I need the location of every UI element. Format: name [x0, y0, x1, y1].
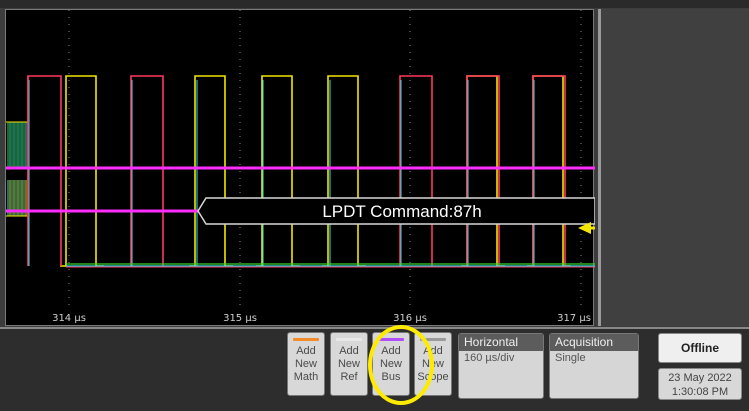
acquisition-header: Acquisition: [550, 334, 638, 351]
time-label: 315 µs: [223, 313, 257, 324]
button-text: Add: [296, 345, 316, 357]
yellow-pulse: [189, 75, 233, 267]
red-pulse: [466, 75, 500, 266]
date-time-display: 23 May 2022 1:30:08 PM: [658, 368, 742, 400]
waveform-display[interactable]: LPDT Command:87h 314 µs 315 µs 316 µs 31…: [5, 9, 595, 326]
graticule: [68, 10, 582, 310]
date-text: 23 May 2022: [668, 372, 732, 384]
time-label: 316 µs: [393, 313, 427, 324]
horizontal-header: Horizontal: [459, 334, 543, 351]
add-new-ref-button[interactable]: Add New Ref: [330, 332, 368, 396]
red-pulse: [532, 75, 566, 266]
traces: [6, 75, 595, 268]
button-text: New: [294, 358, 317, 370]
offline-button[interactable]: Offline: [658, 333, 742, 363]
add-new-bus-button[interactable]: Add New Bus: [372, 332, 410, 396]
button-text: New: [421, 358, 444, 370]
top-strip: [0, 0, 749, 8]
bus-decode: LPDT Command:87h: [6, 166, 595, 234]
button-text: Add: [339, 345, 359, 357]
button-text: Bus: [381, 371, 401, 383]
red-pulse: [130, 75, 164, 266]
time-text: 1:30:08 PM: [671, 386, 729, 398]
yellow-pulse: [60, 75, 104, 267]
button-text: Scope: [417, 371, 449, 383]
time-label: 314 µs: [52, 313, 86, 324]
button-text: Add: [423, 345, 443, 357]
waveform-svg: LPDT Command:87h 314 µs 315 µs 316 µs 31…: [6, 10, 595, 324]
button-text: Add: [381, 345, 401, 357]
horizontal-value: 160 µs/div: [464, 352, 515, 364]
add-new-scope-button[interactable]: Add New Scope: [414, 332, 452, 396]
results-panel: [598, 9, 749, 326]
yellow-pulse: [322, 75, 366, 267]
time-label: 317 µs: [557, 313, 591, 324]
red-pulse: [27, 75, 62, 266]
scope-color-bar: [420, 338, 446, 341]
ref-color-bar: [336, 338, 362, 341]
time-axis: 314 µs 315 µs 316 µs 317 µs: [52, 313, 591, 324]
horizontal-badge[interactable]: Horizontal 160 µs/div: [458, 333, 544, 399]
button-text: New: [337, 358, 360, 370]
math-color-bar: [293, 338, 319, 341]
button-text: Ref: [340, 371, 358, 383]
button-text: New: [379, 358, 402, 370]
add-new-math-button[interactable]: Add New Math: [287, 332, 325, 396]
button-text: Math: [293, 371, 319, 383]
bus-packet-label: LPDT Command:87h: [322, 202, 481, 221]
acquisition-badge[interactable]: Acquisition Single: [549, 333, 639, 399]
acquisition-value: Single: [555, 352, 586, 364]
red-pulse: [399, 75, 433, 266]
bus-color-bar: [378, 338, 404, 341]
